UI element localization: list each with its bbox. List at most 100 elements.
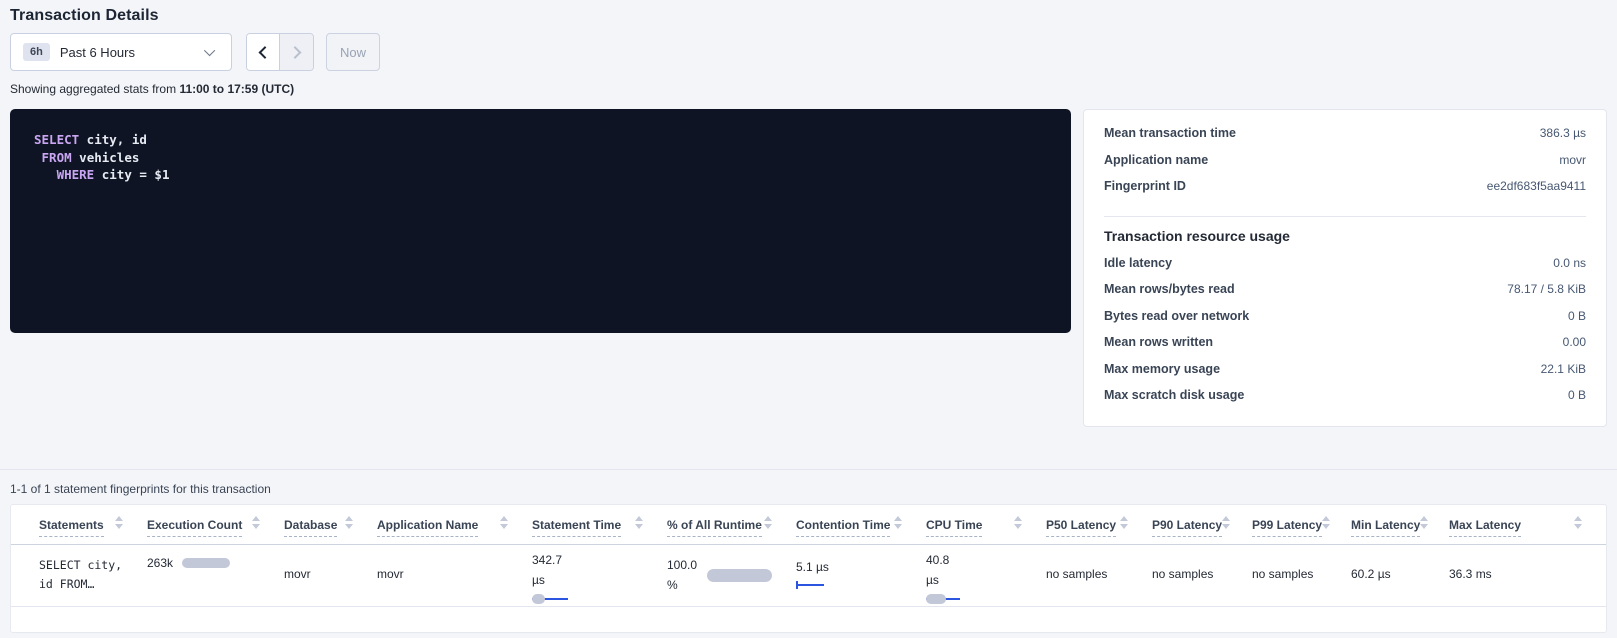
summary-label: Max memory usage: [1104, 362, 1220, 376]
sort-icon[interactable]: [894, 516, 902, 529]
column-header-p50-latency: P50 Latency: [1046, 516, 1152, 544]
column-header-application-name: Application Name: [377, 516, 532, 544]
summary-value: 22.1 KiB: [1541, 362, 1586, 376]
aggregation-range: 11:00 to 17:59 (UTC): [179, 82, 294, 96]
sort-icon[interactable]: [1420, 516, 1428, 529]
statement-time-value: 342.7: [532, 550, 643, 570]
column-header-label[interactable]: Database: [284, 518, 337, 537]
cell-p99-latency: no samples: [1252, 545, 1351, 606]
statement-link[interactable]: SELECT city, id FROM…: [39, 556, 123, 594]
now-button[interactable]: Now: [326, 33, 380, 71]
sort-icon[interactable]: [1014, 516, 1022, 529]
statement-time-bar: [532, 594, 570, 604]
time-range-badge: 6h: [23, 43, 50, 61]
summary-row-mean-rows-written: Mean rows written 0.00: [1104, 335, 1586, 362]
column-header-label[interactable]: P50 Latency: [1046, 518, 1116, 537]
runtime-bar: [707, 569, 772, 582]
column-header-p99-latency: P99 Latency: [1252, 516, 1351, 544]
column-header-database: Database: [284, 516, 377, 544]
aggregation-prefix: Showing aggregated stats from: [10, 82, 179, 96]
summary-label: Fingerprint ID: [1104, 179, 1186, 193]
previous-interval-button[interactable]: [247, 34, 280, 70]
sql-keyword: FROM: [34, 150, 72, 165]
sort-icon[interactable]: [764, 516, 772, 529]
column-header-percent-runtime: % of All Runtime: [667, 516, 796, 544]
resource-usage-title: Transaction resource usage: [1104, 228, 1586, 244]
sql-statement-box: SELECT city, id FROM vehicles WHERE city…: [10, 109, 1071, 333]
summary-label: Mean rows written: [1104, 335, 1213, 349]
sort-icon[interactable]: [635, 516, 643, 529]
execution-count-bar: [182, 558, 230, 568]
column-header-label[interactable]: Contention Time: [796, 518, 890, 537]
summary-value: 0.0 ns: [1553, 256, 1586, 270]
execution-count-value: 263k: [147, 556, 173, 570]
sql-keyword: WHERE: [34, 167, 94, 182]
sort-icon[interactable]: [1120, 516, 1128, 529]
sort-icon[interactable]: [252, 516, 260, 529]
chevron-left-icon: [258, 46, 271, 59]
next-interval-button[interactable]: [280, 34, 313, 70]
aggregation-period-text: Showing aggregated stats from 11:00 to 1…: [10, 82, 1607, 96]
statements-table: Statements Execution Count Database Appl…: [10, 504, 1607, 633]
sort-icon[interactable]: [115, 516, 123, 529]
summary-label: Mean rows/bytes read: [1104, 282, 1235, 296]
sql-fragment: city, id: [79, 132, 147, 147]
summary-row-fingerprint-id: Fingerprint ID ee2df683f5aa9411: [1104, 179, 1586, 206]
column-header-label[interactable]: Statement Time: [532, 518, 621, 537]
column-header-max-latency: Max Latency: [1449, 516, 1606, 544]
sort-icon[interactable]: [1222, 516, 1230, 529]
sort-icon[interactable]: [1574, 516, 1582, 529]
cell-contention-time: 5.1 µs: [796, 545, 926, 606]
summary-value: 0.00: [1563, 335, 1586, 349]
summary-value: 0 B: [1568, 309, 1586, 323]
column-header-execution-count: Execution Count: [147, 516, 284, 544]
column-header-label[interactable]: Max Latency: [1449, 518, 1521, 537]
column-header-label[interactable]: P99 Latency: [1252, 518, 1322, 537]
column-header-label[interactable]: Statements: [39, 518, 104, 537]
cell-database: movr: [284, 545, 377, 606]
main-area: SELECT city, id FROM vehicles WHERE city…: [10, 109, 1607, 427]
summary-label: Max scratch disk usage: [1104, 388, 1244, 402]
summary-value: 0 B: [1568, 388, 1586, 402]
summary-value: movr: [1559, 153, 1586, 167]
cpu-time-bar: [926, 594, 962, 604]
time-step-buttons: [246, 33, 314, 71]
column-header-cpu-time: CPU Time: [926, 516, 1046, 544]
summary-row-mean-transaction-time: Mean transaction time 386.3 µs: [1104, 126, 1586, 153]
runtime-unit: %: [667, 575, 697, 595]
summary-value: 386.3 µs: [1540, 126, 1586, 140]
contention-time-bar: [796, 580, 826, 590]
summary-row-mean-rows-bytes-read: Mean rows/bytes read 78.17 / 5.8 KiB: [1104, 282, 1586, 309]
sort-icon[interactable]: [345, 516, 353, 529]
sort-icon[interactable]: [500, 516, 508, 529]
table-row: SELECT city, id FROM… 263k movr movr 342…: [11, 545, 1606, 607]
summary-divider: [1104, 216, 1586, 217]
summary-value: ee2df683f5aa9411: [1487, 179, 1586, 193]
column-header-min-latency: Min Latency: [1351, 516, 1449, 544]
cell-percent-runtime: 100.0 %: [667, 545, 796, 606]
cell-execution-count: 263k: [147, 545, 284, 606]
column-header-label[interactable]: Execution Count: [147, 518, 242, 537]
summary-row-max-memory-usage: Max memory usage 22.1 KiB: [1104, 362, 1586, 389]
sort-icon[interactable]: [1322, 516, 1330, 529]
column-header-label[interactable]: P90 Latency: [1152, 518, 1222, 537]
cell-statement[interactable]: SELECT city, id FROM…: [39, 545, 147, 606]
summary-value: 78.17 / 5.8 KiB: [1507, 282, 1586, 296]
transaction-summary-card: Mean transaction time 386.3 µs Applicati…: [1083, 109, 1607, 427]
time-controls: 6h Past 6 Hours Now: [10, 33, 1607, 71]
summary-row-bytes-read-over-network: Bytes read over network 0 B: [1104, 309, 1586, 336]
statement-count-text: 1-1 of 1 statement fingerprints for this…: [10, 482, 1607, 496]
column-header-p90-latency: P90 Latency: [1152, 516, 1252, 544]
cell-min-latency: 60.2 µs: [1351, 545, 1449, 606]
column-header-label[interactable]: Min Latency: [1351, 518, 1420, 537]
sql-text: SELECT city, id FROM vehicles WHERE city…: [34, 131, 1047, 184]
statement-line: id FROM…: [39, 575, 123, 594]
column-header-label[interactable]: Application Name: [377, 518, 478, 537]
sql-keyword: SELECT: [34, 132, 79, 147]
column-header-label[interactable]: % of All Runtime: [667, 518, 762, 537]
page-title: Transaction Details: [10, 0, 1607, 25]
cell-cpu-time: 40.8 µs: [926, 545, 1046, 606]
runtime-value: 100.0: [667, 555, 697, 575]
column-header-label[interactable]: CPU Time: [926, 518, 982, 537]
time-range-dropdown[interactable]: 6h Past 6 Hours: [10, 33, 232, 71]
